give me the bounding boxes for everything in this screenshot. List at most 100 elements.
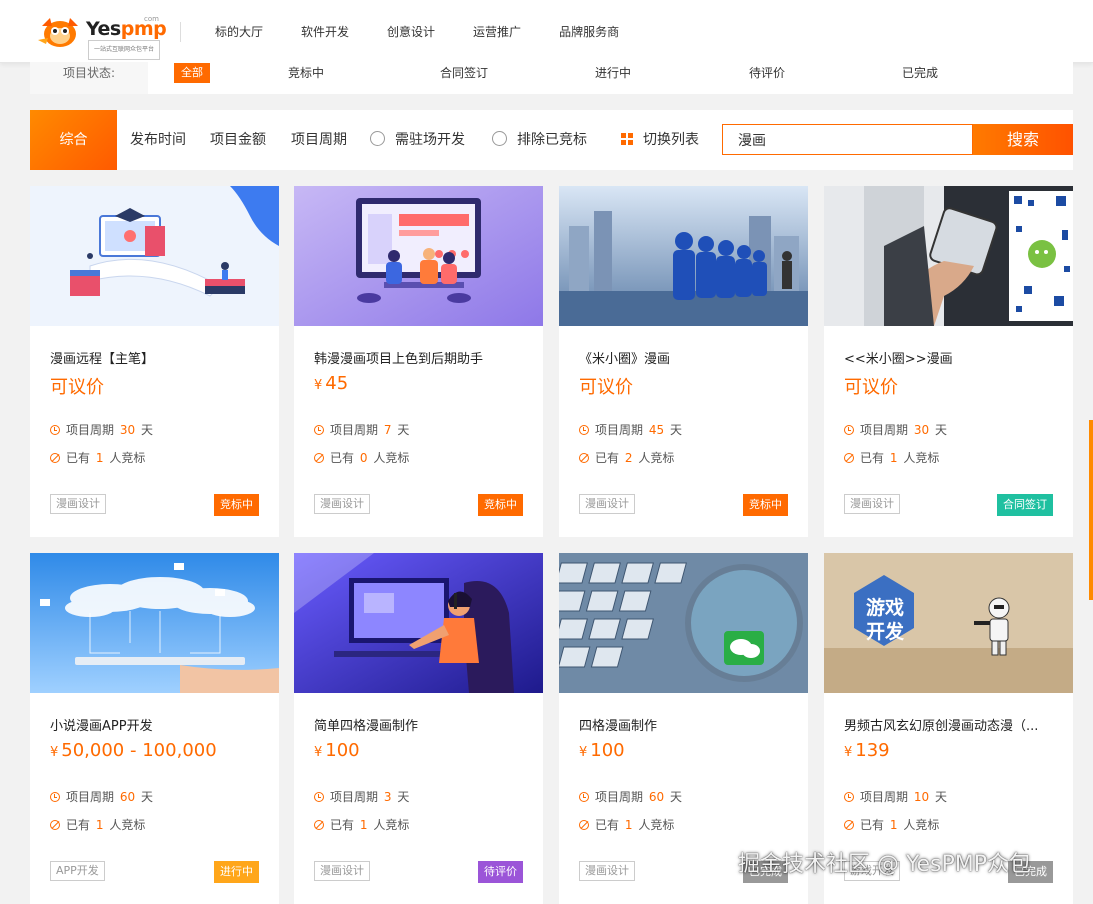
main-nav: 标的大厅 软件开发 创意设计 运营推广 品牌服务商 bbox=[196, 0, 638, 62]
search-input[interactable] bbox=[722, 124, 973, 155]
project-card[interactable]: 韩漫漫画项目上色到后期助手 ¥45 项目周期 7 天 已有 0 人竞标 漫画设计… bbox=[294, 186, 543, 537]
phone-wechat-icon bbox=[824, 186, 1073, 326]
project-title[interactable]: 四格漫画制作 bbox=[579, 715, 794, 734]
period-unit: 天 bbox=[934, 423, 947, 437]
project-card[interactable]: 《米小圈》漫画 可议价 项目周期 45 天 已有 2 人竞标 漫画设计 竞标中 bbox=[559, 186, 808, 537]
clock-icon bbox=[50, 424, 60, 435]
project-period: 项目周期 30 天 bbox=[844, 421, 947, 438]
top-navigation-bar: Yespmp com 一站式互联网众包平台 标的大厅 软件开发 创意设计 运营推… bbox=[0, 0, 1093, 63]
price-value: 45 bbox=[325, 373, 349, 394]
status-badge: 合同签订 bbox=[997, 494, 1053, 516]
status-option-bidding[interactable]: 竞标中 bbox=[288, 62, 324, 84]
currency-symbol: ¥ bbox=[314, 378, 323, 393]
sort-project-amount[interactable]: 项目金额 bbox=[210, 110, 266, 170]
category-tag[interactable]: 漫画设计 bbox=[314, 861, 370, 881]
education-illustration-icon bbox=[30, 186, 279, 326]
project-title[interactable]: 简单四格漫画制作 bbox=[314, 715, 529, 734]
sort-project-period[interactable]: 项目周期 bbox=[291, 110, 347, 170]
bid-count-icon bbox=[314, 452, 324, 463]
project-thumbnail bbox=[294, 553, 543, 693]
price-value: 100 bbox=[325, 740, 360, 761]
bid-count: 1 bbox=[359, 818, 368, 832]
bid-suffix: 人竞标 bbox=[373, 818, 410, 832]
period-value: 10 bbox=[913, 790, 930, 804]
project-price: ¥50,000 - 100,000 bbox=[50, 740, 217, 761]
game-dev-thumb-text: 游戏 开发 bbox=[850, 596, 920, 644]
toggle-view-label: 切换列表 bbox=[643, 132, 699, 148]
bid-count: 0 bbox=[359, 451, 368, 465]
bid-count: 1 bbox=[889, 451, 898, 465]
nav-item-brand-providers[interactable]: 品牌服务商 bbox=[540, 0, 638, 62]
project-card[interactable]: 漫画远程【主笔】 可议价 项目周期 30 天 已有 1 人竞标 漫画设计 竞标中 bbox=[30, 186, 279, 537]
category-tag[interactable]: APP开发 bbox=[50, 861, 105, 881]
project-period: 项目周期 7 天 bbox=[314, 421, 409, 438]
search-button[interactable]: 搜索 bbox=[973, 124, 1073, 155]
bid-prefix: 已有 bbox=[330, 818, 355, 832]
project-card[interactable]: <<米小圈>>漫画 可议价 项目周期 30 天 已有 1 人竞标 漫画设计 合同… bbox=[824, 186, 1073, 537]
bid-count: 1 bbox=[95, 451, 104, 465]
logo-tld: com bbox=[144, 15, 159, 23]
clock-icon bbox=[50, 791, 60, 802]
bid-count-icon bbox=[579, 819, 589, 830]
blue-figures-city-icon bbox=[559, 186, 808, 326]
project-title[interactable]: 漫画远程【主笔】 bbox=[50, 348, 265, 367]
project-status-label: 项目状态: bbox=[30, 62, 148, 94]
yespmp-logo[interactable]: Yespmp com 一站式互联网众包平台 bbox=[36, 12, 167, 60]
project-title[interactable]: <<米小圈>>漫画 bbox=[844, 348, 1059, 367]
status-option-all[interactable]: 全部 bbox=[174, 63, 210, 83]
mascot-logo-icon bbox=[38, 18, 78, 47]
project-status-filter: 项目状态: 全部 竞标中 合同签订 进行中 待评价 已完成 bbox=[30, 62, 1073, 94]
project-period: 项目周期 10 天 bbox=[844, 788, 947, 805]
team-meeting-illustration-icon bbox=[294, 186, 543, 326]
onsite-radio-icon bbox=[370, 131, 385, 146]
category-tag[interactable]: 漫画设计 bbox=[579, 494, 635, 514]
period-label: 项目周期 bbox=[330, 423, 379, 437]
bid-suffix: 人竞标 bbox=[903, 451, 940, 465]
clock-icon bbox=[844, 424, 854, 435]
period-value: 7 bbox=[383, 423, 392, 437]
project-bidders: 已有 1 人竞标 bbox=[844, 449, 939, 466]
project-thumbnail bbox=[559, 553, 808, 693]
period-value: 60 bbox=[648, 790, 665, 804]
watermark-text: 掘金技术社区 @ YesPMP众包 bbox=[738, 852, 1032, 877]
project-title[interactable]: 《米小圈》漫画 bbox=[579, 348, 794, 367]
bid-count: 2 bbox=[624, 451, 633, 465]
clock-icon bbox=[579, 791, 589, 802]
price-value: 100 bbox=[590, 740, 625, 761]
thumb-text-line-2: 开发 bbox=[865, 621, 904, 643]
bid-prefix: 已有 bbox=[595, 818, 620, 832]
project-card[interactable]: 小说漫画APP开发 ¥50,000 - 100,000 项目周期 60 天 已有… bbox=[30, 553, 279, 904]
keyboard-wechat-icon bbox=[559, 553, 808, 693]
category-tag[interactable]: 漫画设计 bbox=[50, 494, 106, 514]
exclude-bidded-checkbox[interactable]: 排除已竞标 bbox=[492, 110, 587, 170]
category-tag[interactable]: 漫画设计 bbox=[579, 861, 635, 881]
exclude-radio-icon bbox=[492, 131, 507, 146]
nav-item-software-dev[interactable]: 软件开发 bbox=[282, 0, 368, 62]
sort-tab-comprehensive[interactable]: 综合 bbox=[30, 110, 117, 170]
status-option-contract[interactable]: 合同签订 bbox=[440, 62, 488, 84]
project-title[interactable]: 男频古风玄幻原创漫画动态漫（... bbox=[844, 715, 1059, 734]
bid-suffix: 人竞标 bbox=[903, 818, 940, 832]
nav-item-creative-design[interactable]: 创意设计 bbox=[368, 0, 454, 62]
project-card[interactable]: 简单四格漫画制作 ¥100 项目周期 3 天 已有 1 人竞标 漫画设计 待评价 bbox=[294, 553, 543, 904]
status-option-review[interactable]: 待评价 bbox=[749, 62, 785, 84]
project-price: 可议价 bbox=[844, 377, 898, 398]
bid-suffix: 人竞标 bbox=[109, 451, 146, 465]
project-title[interactable]: 小说漫画APP开发 bbox=[50, 715, 265, 734]
nav-item-bidding-hall[interactable]: 标的大厅 bbox=[196, 0, 282, 62]
project-title[interactable]: 韩漫漫画项目上色到后期助手 bbox=[314, 348, 529, 367]
category-tag[interactable]: 漫画设计 bbox=[844, 494, 900, 514]
side-scroll-indicator[interactable] bbox=[1089, 420, 1093, 600]
category-tag[interactable]: 漫画设计 bbox=[314, 494, 370, 514]
period-unit: 天 bbox=[397, 423, 410, 437]
toggle-list-view-button[interactable]: 切换列表 bbox=[621, 110, 699, 170]
onsite-dev-checkbox[interactable]: 需驻场开发 bbox=[370, 110, 465, 170]
price-range-separator: - bbox=[130, 740, 137, 761]
status-option-done[interactable]: 已完成 bbox=[902, 62, 938, 84]
logo-tagline: 一站式互联网众包平台 bbox=[88, 40, 161, 60]
nav-item-marketing[interactable]: 运营推广 bbox=[454, 0, 540, 62]
status-option-ongoing[interactable]: 进行中 bbox=[595, 62, 631, 84]
sort-publish-time[interactable]: 发布时间 bbox=[130, 110, 186, 170]
exclude-label: 排除已竞标 bbox=[517, 132, 587, 148]
project-bidders: 已有 0 人竞标 bbox=[314, 449, 409, 466]
